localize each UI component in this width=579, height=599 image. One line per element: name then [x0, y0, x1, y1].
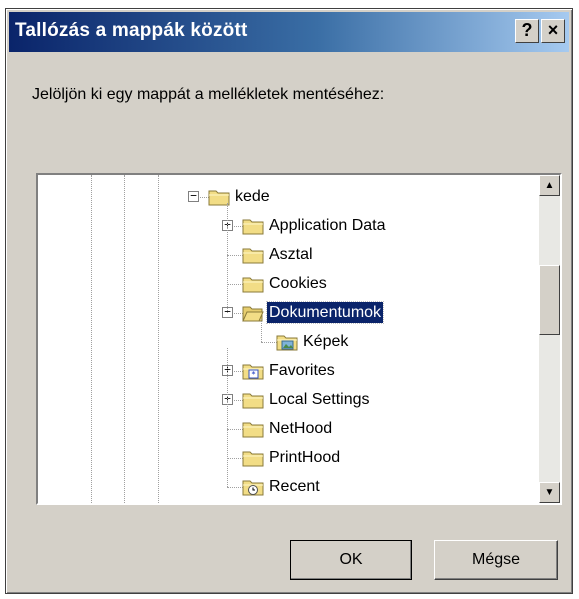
folder-tree[interactable]: − kede + Application Data Asztal Cookies − Doku… — [36, 173, 562, 505]
tree-item[interactable]: + * Favorites — [38, 357, 539, 386]
tree-item-label: kede — [235, 188, 270, 205]
tree-item-label: Képek — [303, 333, 349, 350]
tree-item[interactable]: + Application Data — [38, 212, 539, 241]
tree-item-label: Asztal — [269, 246, 313, 263]
close-button[interactable]: × — [541, 19, 565, 43]
recent-folder-icon — [242, 477, 264, 497]
tree-item[interactable]: PrintHood — [38, 444, 539, 473]
tree-connector — [227, 255, 243, 256]
collapse-icon[interactable]: − — [188, 190, 199, 202]
tree-item-label: Local Settings — [269, 391, 370, 408]
tree-item-label: Application Data — [269, 217, 386, 234]
instruction-text: Jelöljön ki egy mappát a mellékletek men… — [32, 86, 385, 103]
svg-text:*: * — [252, 370, 256, 379]
tree-item[interactable]: Recent — [38, 473, 539, 502]
scroll-up-button[interactable]: ▲ — [539, 175, 560, 196]
tree-item-label: NetHood — [269, 420, 333, 437]
folder-icon — [242, 390, 264, 410]
tree-connector — [261, 319, 262, 342]
scroll-thumb[interactable] — [539, 265, 560, 335]
vertical-scrollbar[interactable]: ▲ ▼ — [539, 175, 560, 503]
favorites-folder-icon: * — [242, 361, 264, 381]
tree-item[interactable]: NetHood — [38, 415, 539, 444]
tree-item-label: PrintHood — [269, 449, 341, 466]
tree-item[interactable]: − Dokumentumok — [38, 299, 539, 328]
tree-connector — [227, 429, 243, 430]
tree-connector — [227, 203, 228, 313]
folder-icon — [242, 245, 264, 265]
tree-connector — [227, 284, 243, 285]
tree-connector — [261, 342, 277, 343]
pictures-folder-icon — [276, 332, 298, 352]
tree-item[interactable]: − kede — [38, 183, 539, 212]
tree-connector — [227, 487, 243, 488]
cancel-button[interactable]: Mégse — [434, 540, 558, 580]
tree-connector — [227, 348, 228, 487]
folder-icon — [242, 216, 264, 236]
tree-item[interactable]: Asztal — [38, 241, 539, 270]
folder-icon — [242, 274, 264, 294]
tree-item-label: Recent — [269, 478, 320, 495]
browse-folder-dialog: Tallózás a mappák között ? × Jelöljön ki… — [5, 8, 573, 594]
window-title: Tallózás a mappák között — [15, 20, 248, 41]
tree-item[interactable]: Képek — [38, 328, 539, 357]
tree-item[interactable]: + Local Settings — [38, 386, 539, 415]
tree-item-label: Dokumentumok — [265, 301, 385, 324]
tree-item-label: Cookies — [269, 275, 327, 292]
help-button[interactable]: ? — [515, 19, 539, 43]
title-bar[interactable]: Tallózás a mappák között ? × — [9, 12, 569, 52]
tree-connector — [227, 458, 243, 459]
folder-icon — [242, 419, 264, 439]
tree-item[interactable]: Cookies — [38, 270, 539, 299]
folder-tree-viewport: − kede + Application Data Asztal Cookies − Doku… — [38, 175, 539, 503]
folder-icon — [242, 448, 264, 468]
ok-button[interactable]: OK — [290, 540, 412, 580]
tree-item-label: Favorites — [269, 362, 335, 379]
scroll-down-button[interactable]: ▼ — [539, 482, 560, 503]
